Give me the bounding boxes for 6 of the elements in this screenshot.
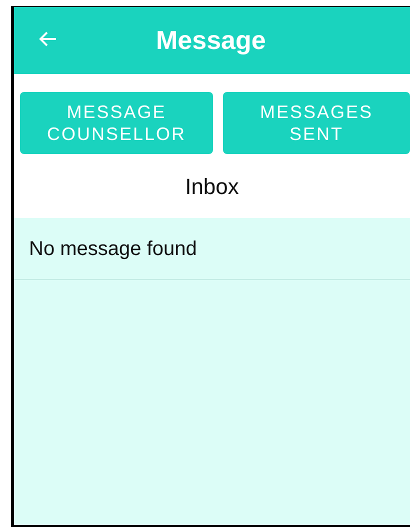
action-button[interactable]: MESSAGE COUNSELLOR (20, 92, 213, 154)
action-button[interactable]: MESSAGES SENT (222, 92, 410, 154)
section-title: Inbox (185, 172, 239, 200)
page-title: Message (156, 24, 266, 57)
back-arrow-icon (39, 31, 57, 47)
empty-message: No message found (29, 236, 197, 262)
